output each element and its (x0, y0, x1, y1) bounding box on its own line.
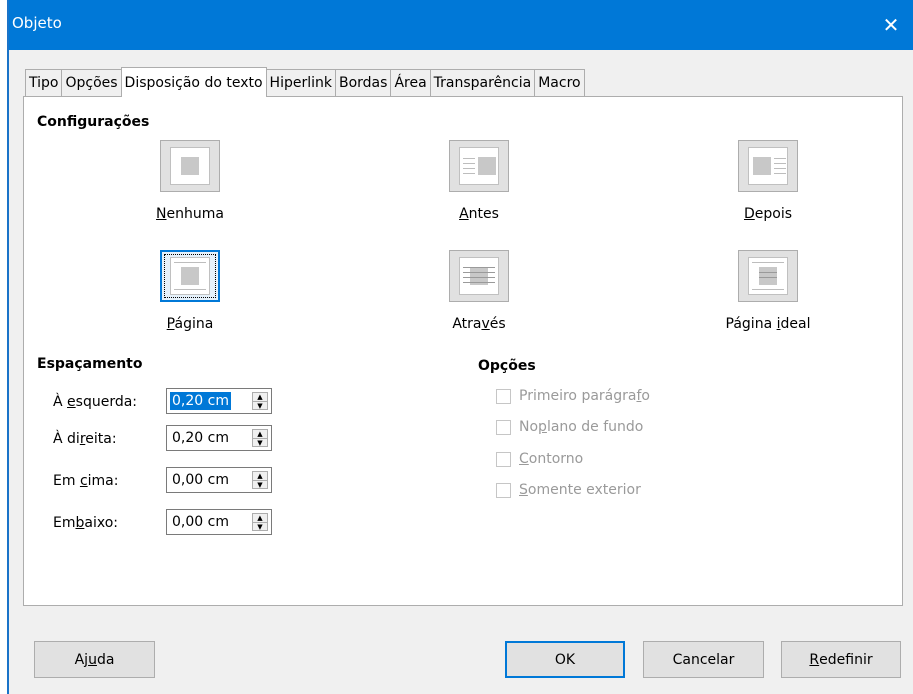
spin-down-icon[interactable]: ▼ (253, 480, 267, 489)
wrap-through-label: Através (452, 316, 506, 332)
checkbox-box[interactable] (496, 419, 511, 435)
wrap-after-button[interactable] (738, 140, 798, 192)
wrap-option-before[interactable]: Antes (399, 140, 559, 222)
wrap-none-icon (170, 147, 210, 185)
ok-button[interactable]: OK (505, 641, 625, 678)
wrap-optimal-button[interactable] (738, 250, 798, 302)
wrap-option-none[interactable]: Nenhuma (110, 140, 270, 222)
bottom-spacing-spinner[interactable]: 0,00 cm ▲ ▼ (166, 509, 272, 535)
bottom-spacing-input[interactable]: 0,00 cm (170, 513, 231, 531)
wrap-option-optimal[interactable]: Página ideal (688, 250, 848, 332)
tab-disposicao-do-texto[interactable]: Disposição do texto (120, 67, 267, 97)
wrap-parallel-icon (170, 257, 210, 295)
wrap-option-after[interactable]: Depois (688, 140, 848, 222)
wrap-optimal-label: Página ideal (725, 316, 811, 332)
right-spacing-label: À direita: (53, 431, 117, 447)
wrap-panel: Configurações Nenhuma Antes Depois Págin… (23, 96, 903, 606)
spin-up-icon[interactable]: ▲ (253, 430, 267, 438)
wrap-optimal-icon (748, 257, 788, 295)
reset-button[interactable]: Redefinir (781, 641, 901, 678)
wrap-through-icon (459, 257, 499, 295)
tab-area[interactable]: Área (390, 69, 431, 97)
checkbox-box[interactable] (496, 451, 511, 467)
spin-down-icon[interactable]: ▼ (253, 522, 267, 531)
checkbox-box[interactable] (496, 388, 511, 404)
window-edge (0, 0, 9, 694)
tab-bar: Tipo Opções Disposição do texto Hiperlin… (25, 67, 585, 97)
right-spacing-spinner[interactable]: 0,20 cm ▲ ▼ (166, 425, 272, 451)
top-spacing-label: Em cima: (53, 473, 119, 489)
wrap-none-label: Nenhuma (156, 206, 224, 222)
wrap-none-button[interactable] (160, 140, 220, 192)
tab-tipo[interactable]: Tipo (25, 69, 63, 97)
wrap-option-parallel[interactable]: Página (110, 250, 270, 332)
close-icon[interactable]: ✕ (869, 0, 913, 50)
wrap-option-through[interactable]: Através (399, 250, 559, 332)
left-spacing-spinner[interactable]: 0,20 cm ▲ ▼ (166, 388, 272, 414)
wrap-before-label: Antes (459, 206, 499, 222)
top-spacing-spinner[interactable]: 0,00 cm ▲ ▼ (166, 467, 272, 493)
top-spacing-stepper[interactable]: ▲ ▼ (252, 471, 268, 489)
checkbox-box[interactable] (496, 482, 511, 498)
tab-hiperlink[interactable]: Hiperlink (265, 69, 336, 97)
dialog-title: Objeto (12, 14, 62, 32)
tab-opcoes[interactable]: Opções (61, 69, 122, 97)
wrap-after-icon (748, 147, 788, 185)
spin-up-icon[interactable]: ▲ (253, 393, 267, 401)
cancel-button[interactable]: Cancelar (643, 641, 764, 678)
tab-transparencia[interactable]: Transparência (429, 69, 536, 97)
title-bar: Objeto ✕ (9, 0, 913, 50)
background-checkbox[interactable]: No p lano de fundo (496, 419, 643, 435)
left-spacing-input[interactable]: 0,20 cm (170, 392, 231, 410)
contour-checkbox[interactable]: Contorno (496, 451, 583, 467)
wrap-after-label: Depois (743, 206, 793, 222)
wrap-parallel-label: Página (166, 316, 214, 332)
bottom-spacing-stepper[interactable]: ▲ ▼ (252, 513, 268, 531)
left-spacing-stepper[interactable]: ▲ ▼ (252, 392, 268, 410)
tab-macro[interactable]: Macro (534, 69, 585, 97)
tab-bordas[interactable]: Bordas (334, 69, 392, 97)
left-spacing-label: À esquerda: (53, 394, 138, 410)
object-dialog: Objeto ✕ Tipo Opções Disposição do texto… (9, 0, 913, 694)
top-spacing-input[interactable]: 0,00 cm (170, 471, 231, 489)
wrap-parallel-button[interactable] (160, 250, 220, 302)
spin-down-icon[interactable]: ▼ (253, 401, 267, 410)
settings-section-title: Configurações (37, 114, 150, 130)
wrap-before-button[interactable] (449, 140, 509, 192)
right-spacing-stepper[interactable]: ▲ ▼ (252, 429, 268, 447)
bottom-spacing-label: Embaixo: (53, 515, 118, 531)
help-button[interactable]: Aj u da (34, 641, 155, 678)
first-paragraph-checkbox[interactable]: Primeiro parágra f o (496, 388, 650, 404)
spacing-section-title: Espaçamento (37, 356, 143, 372)
wrap-before-icon (459, 147, 499, 185)
spin-up-icon[interactable]: ▲ (253, 472, 267, 480)
spin-up-icon[interactable]: ▲ (253, 514, 267, 522)
right-spacing-input[interactable]: 0,20 cm (170, 429, 231, 447)
outside-only-checkbox[interactable]: Somente exterior (496, 482, 641, 498)
spin-down-icon[interactable]: ▼ (253, 438, 267, 447)
wrap-through-button[interactable] (449, 250, 509, 302)
options-section-title: Opções (478, 358, 536, 374)
